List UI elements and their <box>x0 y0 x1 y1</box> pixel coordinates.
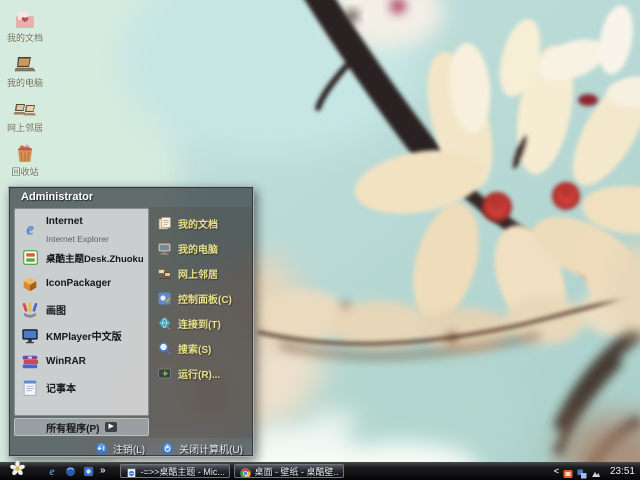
network-places-icon <box>157 266 172 281</box>
recycle-bin-icon <box>13 142 37 166</box>
desktop-icon-label: 网上邻居 <box>6 123 43 133</box>
turn-off-computer-button[interactable]: 关闭计算机(U) <box>161 441 243 456</box>
tray-network-icon[interactable] <box>577 466 587 479</box>
my-documents-icon <box>13 8 37 32</box>
all-programs-button[interactable]: 所有程序(P) ▶ <box>14 418 149 436</box>
taskbar-clock[interactable]: 23:51 <box>610 466 635 477</box>
desktop-icon-label: 我的文档 <box>6 33 43 43</box>
start-flower-icon <box>10 460 25 480</box>
log-off-icon <box>95 442 108 455</box>
desktop-icon-recycle-bin[interactable]: 回收站 <box>0 142 50 177</box>
tray-volume-icon[interactable] <box>591 466 601 477</box>
zhuoku-app-icon <box>20 248 40 268</box>
ie-page-icon <box>126 466 137 477</box>
search-icon <box>157 341 172 356</box>
desktop-icon-label: 我的电脑 <box>6 78 43 88</box>
desktop-icon-network-places[interactable]: 网上邻居 <box>0 98 50 133</box>
quick-launch-app-icon[interactable] <box>82 465 94 477</box>
menu-item-connect-to[interactable]: 连接到(T) <box>157 311 251 336</box>
internet-explorer-icon: e <box>26 219 34 238</box>
connect-to-icon <box>157 316 172 331</box>
paint-icon <box>20 300 40 320</box>
my-computer-icon <box>157 241 172 256</box>
notepad-icon <box>20 378 40 398</box>
start-button[interactable] <box>9 460 26 480</box>
log-off-button[interactable]: 注销(L) <box>95 441 145 456</box>
my-documents-icon <box>157 216 172 231</box>
user-name: Administrator <box>21 191 94 203</box>
iconpackager-icon <box>20 274 40 294</box>
taskbar-window-chrome[interactable]: 桌面 - 壁纸 - 桌酷壁... <box>233 464 344 478</box>
menu-item-my-computer[interactable]: 我的电脑 <box>157 236 251 261</box>
tray-collapse-chevron[interactable]: < <box>554 466 559 476</box>
control-panel-icon <box>157 291 172 306</box>
run-icon <box>157 366 172 381</box>
start-menu-body: e Internet Internet Explorer 桌酷主题Desk.Zh… <box>9 207 253 438</box>
start-menu: Administrator e Internet Internet Explor… <box>8 186 254 457</box>
quick-launch-overflow-chevron[interactable]: » <box>100 465 106 477</box>
menu-item-iconpackager[interactable]: IconPackager <box>18 271 145 296</box>
start-menu-header: Administrator <box>9 187 253 207</box>
menu-item-internet[interactable]: e Internet Internet Explorer <box>18 214 145 244</box>
power-icon <box>161 442 174 455</box>
desktop: 我的文档 我的电脑 网上邻居 回收站 Administrator e Inter… <box>0 0 640 480</box>
taskbar: e » -=>>桌酷主题 - Mic... 桌面 - 壁纸 - 桌酷壁... < <box>0 460 640 480</box>
quick-launch-browser-icon[interactable] <box>64 465 76 477</box>
desktop-icon-my-computer[interactable]: 我的电脑 <box>0 53 50 88</box>
menu-item-kmplayer[interactable]: KMPlayer中文版 <box>18 323 145 348</box>
desktop-icon-label: 回收站 <box>11 167 39 177</box>
quick-launch-bar: e » <box>46 465 106 477</box>
menu-item-control-panel[interactable]: 控制面板(C) <box>157 286 251 311</box>
start-menu-footer: 注销(L) 关闭计算机(U) <box>9 438 253 458</box>
my-computer-icon <box>13 53 37 77</box>
all-programs-arrow-icon: ▶ <box>105 422 117 432</box>
network-places-icon <box>13 98 37 122</box>
system-tray: < 23:51 <box>554 466 635 479</box>
menu-item-run[interactable]: 运行(R)... <box>157 361 251 386</box>
winrar-icon <box>20 352 40 372</box>
quick-launch-internet-explorer[interactable]: e <box>46 465 58 477</box>
menu-item-notepad[interactable]: 记事本 <box>18 375 145 400</box>
taskbar-window-ie[interactable]: -=>>桌酷主题 - Mic... <box>119 464 230 478</box>
start-menu-left-column: e Internet Internet Explorer 桌酷主题Desk.Zh… <box>9 207 149 438</box>
menu-item-search[interactable]: 搜索(S) <box>157 336 251 361</box>
menu-item-my-documents[interactable]: 我的文档 <box>157 211 251 236</box>
menu-item-zhuoku-theme[interactable]: 桌酷主题Desk.Zhuoku.Com <box>18 245 145 270</box>
chrome-icon <box>239 466 251 477</box>
desktop-icon-my-documents[interactable]: 我的文档 <box>0 8 50 43</box>
tray-app-orange-icon[interactable] <box>563 466 573 478</box>
start-menu-pinned-panel: e Internet Internet Explorer 桌酷主题Desk.Zh… <box>14 208 149 416</box>
menu-item-network-places[interactable]: 网上邻居 <box>157 261 251 286</box>
menu-item-paint[interactable]: 画图 <box>18 297 145 322</box>
kmplayer-icon <box>20 326 40 346</box>
menu-item-winrar[interactable]: WinRAR <box>18 349 145 374</box>
start-menu-right-column: 我的文档 我的电脑 网上邻居 控制面板(C) 连接到(T) 搜索(S) 运行(R… <box>149 207 253 438</box>
